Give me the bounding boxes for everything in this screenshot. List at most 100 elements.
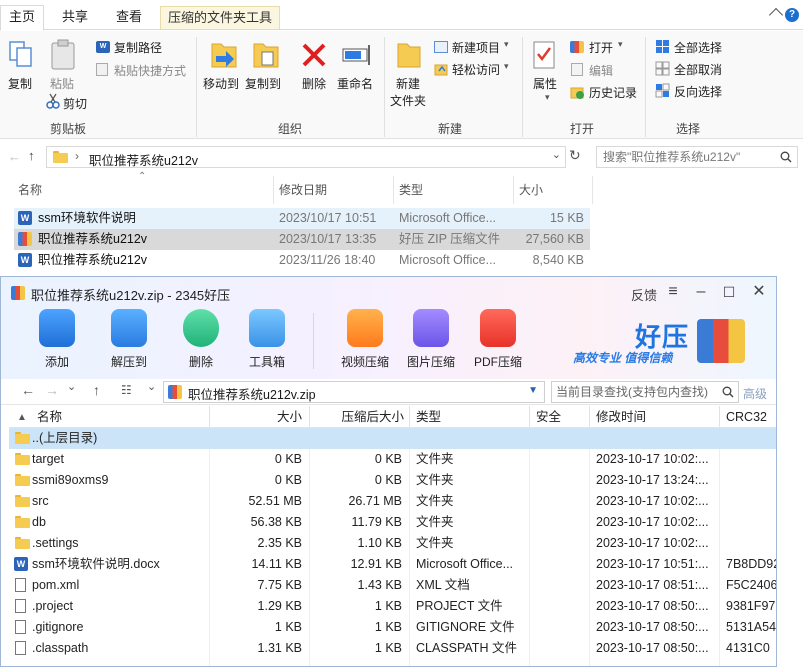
file-row[interactable]: 职位推荐系统u212v 2023/10/17 13:35 好压 ZIP 压缩文件… bbox=[14, 229, 590, 250]
row-modified: 2023-10-17 10:02:... bbox=[596, 515, 709, 529]
delete-archive-button[interactable]: 删除 bbox=[169, 309, 233, 373]
view-dropdown-icon[interactable]: ⌄ bbox=[147, 380, 156, 393]
search-input[interactable]: 搜索"职位推荐系统u212v" bbox=[596, 146, 798, 168]
row-modified: 2023-10-17 10:02:... bbox=[596, 452, 709, 466]
row-crc32: F5C2406 bbox=[726, 578, 777, 592]
move-to-button[interactable]: 移动到 bbox=[203, 75, 239, 92]
select-group-label: 选择 bbox=[675, 122, 700, 136]
new-item-dropdown-icon[interactable]: ▾ bbox=[504, 39, 509, 50]
delete-button[interactable]: 删除 bbox=[302, 75, 326, 92]
up-icon[interactable]: ↑ bbox=[28, 148, 35, 163]
back-icon[interactable]: ← bbox=[21, 382, 35, 398]
column-header-type[interactable]: 类型 bbox=[393, 178, 423, 202]
maximize-icon[interactable]: ☐ bbox=[719, 283, 739, 303]
copy-to-button[interactable]: 复制到 bbox=[245, 75, 281, 92]
copy-button[interactable]: 复制 bbox=[8, 75, 32, 92]
column-header-security[interactable]: 安全 bbox=[536, 406, 561, 428]
close-icon[interactable]: ✕ bbox=[749, 283, 769, 303]
toolbox-button[interactable]: 工具箱 bbox=[235, 309, 299, 373]
properties-dropdown-icon[interactable]: ▾ bbox=[545, 92, 550, 103]
edit-button[interactable]: 编辑 bbox=[589, 62, 613, 79]
table-row[interactable]: src 52.51 MB 26.71 MB 文件夹 2023-10-17 10:… bbox=[9, 491, 776, 512]
add-label: 添加 bbox=[44, 355, 69, 369]
minimize-icon[interactable]: – bbox=[691, 283, 711, 303]
paste-shortcut-button[interactable]: 粘贴快捷方式 bbox=[114, 62, 186, 79]
paste-icon bbox=[51, 39, 75, 70]
cut-button[interactable]: 剪切 bbox=[63, 95, 87, 112]
forward-icon[interactable]: → bbox=[45, 382, 59, 398]
new-folder-button-line1[interactable]: 新建 bbox=[396, 75, 420, 92]
column-header-name[interactable]: 名称 bbox=[12, 178, 42, 202]
refresh-icon[interactable]: ↻ bbox=[569, 147, 581, 164]
image-compress-button[interactable]: 图片压缩 bbox=[399, 309, 463, 373]
rename-button[interactable]: 重命名 bbox=[337, 75, 373, 92]
row-size: 7.75 KB bbox=[257, 578, 302, 592]
table-row[interactable]: W ssm环境软件说明.docx 14.11 KB 12.91 KB Micro… bbox=[9, 554, 776, 575]
table-row[interactable]: db 56.38 KB 11.79 KB 文件夹 2023-10-17 10:0… bbox=[9, 512, 776, 533]
breadcrumb[interactable]: 职位推荐系统u212v bbox=[89, 150, 198, 169]
column-header-size[interactable]: 大小 bbox=[513, 178, 543, 202]
back-icon[interactable]: ← bbox=[8, 149, 21, 164]
properties-button[interactable]: 属性 bbox=[533, 75, 557, 92]
easy-access-button[interactable]: 轻松访问 bbox=[452, 61, 500, 78]
address-dropdown-icon[interactable]: ⌄ bbox=[552, 148, 561, 161]
tab-home[interactable]: 主页 bbox=[0, 5, 44, 31]
up-icon[interactable]: ↑ bbox=[93, 382, 100, 398]
history-button[interactable]: 历史记录 bbox=[589, 84, 637, 101]
file-date: 2023/10/17 10:51 bbox=[279, 211, 377, 225]
select-all-button[interactable]: 全部选择 bbox=[674, 39, 722, 56]
add-button[interactable]: 添加 bbox=[25, 309, 89, 373]
archive-search-input[interactable]: 当前目录查找(支持包内查找) bbox=[551, 381, 739, 403]
file-row[interactable]: W ssm环境软件说明 2023/10/17 10:51 Microsoft O… bbox=[14, 208, 590, 229]
table-row[interactable]: pom.xml 7.75 KB 1.43 KB XML 文档 2023-10-1… bbox=[9, 575, 777, 596]
address-bar[interactable]: › 职位推荐系统u212v ⌄ bbox=[46, 146, 566, 168]
feedback-button[interactable]: 反馈 bbox=[631, 285, 657, 304]
search-icon bbox=[780, 151, 792, 163]
column-header-type[interactable]: 类型 bbox=[416, 406, 441, 428]
open-icon bbox=[570, 41, 584, 53]
column-header-packed-size[interactable]: 压缩后大小 bbox=[309, 406, 404, 428]
tab-compressed-tools[interactable]: 压缩的文件夹工具 bbox=[160, 6, 280, 30]
table-row[interactable]: ssmi89oxms9 0 KB 0 KB 文件夹 2023-10-17 13:… bbox=[9, 470, 776, 491]
open-dropdown-icon[interactable]: ▾ bbox=[618, 39, 623, 50]
table-row[interactable]: .settings 2.35 KB 1.10 KB 文件夹 2023-10-17… bbox=[9, 533, 776, 554]
table-row[interactable]: .classpath 1.31 KB 1 KB CLASSPATH 文件 202… bbox=[9, 638, 776, 659]
column-header-date[interactable]: 修改日期 bbox=[273, 178, 327, 202]
column-divider bbox=[719, 406, 720, 428]
archive-path-bar[interactable]: 职位推荐系统u212v.zip ▼ bbox=[163, 381, 545, 403]
new-item-button[interactable]: 新建项目 bbox=[452, 39, 500, 56]
column-header-modified[interactable]: 修改时间 bbox=[596, 406, 646, 428]
new-folder-button-line2[interactable]: 文件夹 bbox=[390, 92, 426, 109]
row-packed-size: 1.10 KB bbox=[357, 536, 402, 550]
column-header-size[interactable]: 大小 bbox=[209, 406, 302, 428]
easy-access-dropdown-icon[interactable]: ▾ bbox=[504, 61, 509, 72]
table-row[interactable]: ..(上层目录) bbox=[9, 428, 776, 449]
video-compress-button[interactable]: 视频压缩 bbox=[333, 309, 397, 373]
paste-button[interactable]: 粘贴 bbox=[50, 75, 74, 92]
row-packed-size: 0 KB bbox=[374, 452, 402, 466]
table-row[interactable]: target 0 KB 0 KB 文件夹 2023-10-17 10:02:..… bbox=[9, 449, 776, 470]
copy-path-button[interactable]: 复制路径 bbox=[114, 39, 162, 56]
file-row[interactable]: W 职位推荐系统u212v 2023/11/26 18:40 Microsoft… bbox=[14, 250, 590, 271]
tab-share[interactable]: 共享 bbox=[52, 6, 98, 30]
extract-to-button[interactable]: 解压到 bbox=[97, 309, 161, 373]
pdf-compress-button[interactable]: PDF压缩 bbox=[466, 309, 530, 373]
invert-selection-button[interactable]: 反向选择 bbox=[674, 83, 722, 100]
column-header-name[interactable]: 名称 bbox=[37, 406, 62, 428]
open-button[interactable]: 打开 bbox=[589, 39, 613, 56]
row-size: 2.35 KB bbox=[257, 536, 302, 550]
history-dropdown-icon[interactable]: ⌄ bbox=[67, 380, 76, 393]
tab-view[interactable]: 查看 bbox=[106, 6, 152, 30]
table-row[interactable]: .gitignore 1 KB 1 KB GITIGNORE 文件 2023-1… bbox=[9, 617, 776, 638]
collapse-ribbon-icon[interactable] bbox=[768, 7, 784, 23]
table-row[interactable]: .project 1.29 KB 1 KB PROJECT 文件 2023-10… bbox=[9, 596, 776, 617]
select-none-button[interactable]: 全部取消 bbox=[674, 61, 722, 78]
view-mode-icon[interactable]: ☷ bbox=[121, 383, 132, 397]
menu-icon[interactable]: ≡ bbox=[663, 283, 683, 303]
path-dropdown-icon[interactable]: ▼ bbox=[528, 385, 538, 396]
copy-to-icon bbox=[253, 43, 279, 68]
advanced-search-button[interactable]: 高级 bbox=[743, 385, 767, 402]
help-icon[interactable]: ? bbox=[785, 8, 799, 22]
column-header-crc32[interactable]: CRC32 bbox=[726, 406, 767, 428]
row-type: 文件夹 bbox=[416, 494, 454, 508]
